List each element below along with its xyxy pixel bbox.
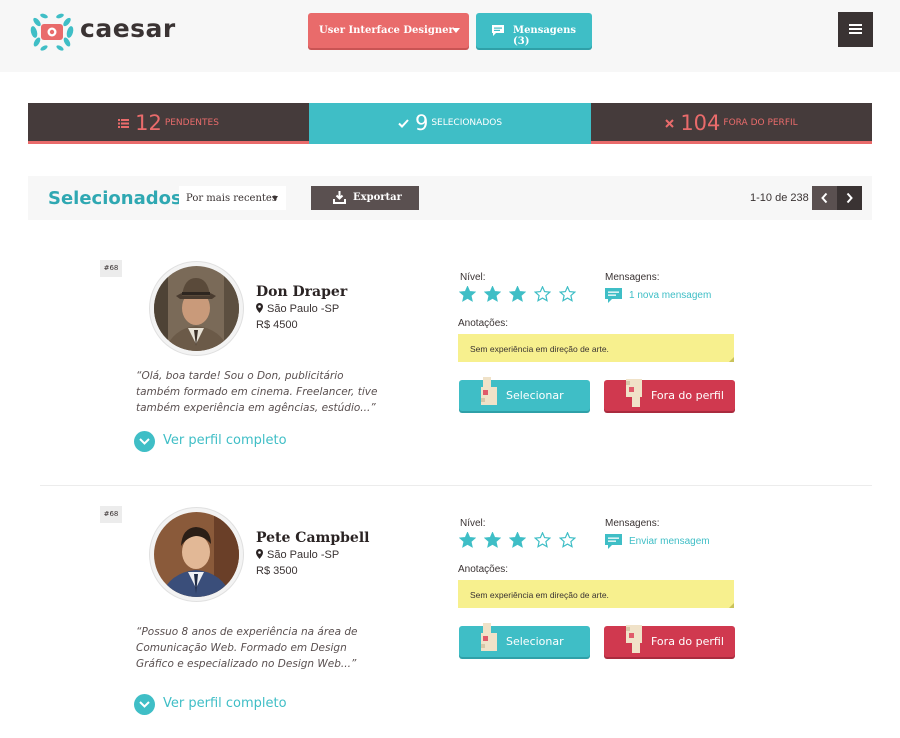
star-filled-icon[interactable] [459, 286, 476, 302]
star-filled-icon[interactable] [459, 532, 476, 548]
reject-button[interactable]: Fora do perfil [604, 625, 735, 657]
note-text: Sem experiência em direção de arte. [470, 344, 609, 354]
candidate-location: São Paulo -SP [256, 549, 339, 561]
candidate-location: São Paulo -SP [256, 303, 339, 315]
top-header: caesar User Interface Designer Mensagens… [0, 0, 900, 72]
select-button[interactable]: Selecionar [459, 623, 590, 657]
select-button-label: Selecionar [506, 389, 564, 402]
level-label: Nível: [460, 272, 486, 283]
role-select-value: User Interface Designer [319, 25, 454, 36]
messages-label: Mensagens: [605, 272, 660, 283]
star-filled-icon[interactable] [509, 532, 526, 548]
next-page-button[interactable] [837, 186, 862, 210]
star-filled-icon[interactable] [484, 286, 501, 302]
star-empty-icon[interactable] [559, 286, 576, 302]
view-full-profile-label: Ver perfil completo [163, 696, 287, 711]
tab-selected[interactable]: 9 SELECIONADOS [309, 103, 591, 144]
notes-label: Anotações: [458, 564, 509, 575]
page-title: Selecionados [48, 188, 182, 209]
chevron-down-circle-icon [134, 431, 155, 452]
messages-label: Mensagens: [605, 518, 660, 529]
candidate-name[interactable]: Pete Campbell [256, 530, 369, 546]
star-empty-icon[interactable] [559, 532, 576, 548]
role-select[interactable]: User Interface Designer [308, 13, 469, 48]
tab-pending-count: 12 [135, 111, 162, 135]
level-label: Nível: [460, 518, 486, 529]
candidate-id-badge: #68 [100, 506, 122, 523]
candidate-card: #68 Don Draper São Paulo -SP R$ 4500 “Ol… [0, 250, 900, 490]
candidate-avatar[interactable] [150, 508, 243, 601]
previous-page-button[interactable] [812, 186, 837, 210]
list-icon [118, 118, 130, 128]
select-button[interactable]: Selecionar [459, 377, 590, 411]
candidate-card: #68 Pete Campbell São Paulo -SP R$ 3500 … [0, 496, 900, 736]
hamburger-menu-icon[interactable] [838, 12, 873, 47]
candidate-id-badge: #68 [100, 260, 122, 277]
thumbs-down-icon [626, 625, 642, 653]
download-icon [333, 191, 346, 204]
thumbs-up-icon [481, 623, 497, 651]
star-empty-icon[interactable] [534, 532, 551, 548]
view-full-profile-label: Ver perfil completo [163, 433, 287, 448]
star-filled-icon[interactable] [509, 286, 526, 302]
note-field[interactable]: Sem experiência em direção de arte. [458, 334, 734, 362]
candidate-quote: “Olá, boa tarde! Sou o Don, publicitário… [136, 370, 378, 414]
candidate-quote: “Possuo 8 anos de experiência na área de… [136, 626, 358, 670]
export-button-label: Exportar [353, 192, 402, 203]
tab-out-label: FORA DO PERFIL [723, 118, 798, 128]
logo-text: caesar [80, 14, 176, 43]
chat-bubble-icon [492, 25, 504, 36]
reject-button[interactable]: Fora do perfil [604, 379, 735, 411]
star-empty-icon[interactable] [534, 286, 551, 302]
candidate-message-link-label: Enviar mensagem [629, 536, 710, 547]
select-button-label: Selecionar [506, 635, 564, 648]
star-filled-icon[interactable] [484, 532, 501, 548]
messages-button[interactable]: Mensagens (3) [476, 13, 592, 48]
candidate-location-text: São Paulo -SP [267, 303, 340, 315]
note-fold-icon [729, 357, 734, 362]
close-icon [665, 118, 675, 128]
sort-select[interactable]: Por mais recentes [179, 186, 286, 210]
note-fold-icon [729, 603, 734, 608]
candidate-name[interactable]: Don Draper [256, 284, 347, 300]
chat-bubble-icon [605, 534, 622, 549]
chevron-left-icon [821, 192, 828, 204]
candidate-message-link-label: 1 nova mensagem [629, 290, 712, 301]
sort-select-value: Por mais recentes [186, 193, 277, 204]
reject-button-label: Fora do perfil [651, 635, 724, 648]
chevron-down-icon [452, 28, 460, 33]
candidate-avatar[interactable] [150, 262, 243, 355]
map-pin-icon [256, 549, 263, 559]
chevron-down-circle-icon [134, 694, 155, 715]
notes-label: Anotações: [458, 318, 509, 329]
status-tabs: 12 PENDENTES 9 SELECIONADOS 104 FORA DO PER… [28, 103, 872, 147]
card-divider [40, 485, 872, 486]
section-toolbar: Selecionados Por mais recentes Exportar … [28, 176, 872, 220]
candidate-salary: R$ 3500 [256, 565, 298, 577]
pagination-info: 1-10 de 238 [750, 192, 809, 204]
thumbs-up-icon [481, 377, 497, 405]
note-text: Sem experiência em direção de arte. [470, 590, 609, 600]
chevron-down-icon [272, 196, 278, 201]
thumbs-down-icon [626, 379, 642, 407]
reject-button-label: Fora do perfil [651, 389, 724, 402]
tab-pending[interactable]: 12 PENDENTES [28, 103, 309, 144]
logo-icon[interactable] [29, 12, 75, 52]
candidate-location-text: São Paulo -SP [267, 549, 340, 561]
tab-pending-label: PENDENTES [164, 118, 219, 128]
chevron-right-icon [846, 192, 853, 204]
tab-selected-label: SELECIONADOS [431, 118, 503, 128]
tab-out-count: 104 [680, 111, 721, 135]
tab-out-of-profile[interactable]: 104 FORA DO PERFIL [591, 103, 872, 144]
note-field[interactable]: Sem experiência em direção de arte. [458, 580, 734, 608]
map-pin-icon [256, 303, 263, 313]
chat-bubble-icon [605, 288, 622, 303]
export-button[interactable]: Exportar [311, 186, 419, 210]
candidate-salary: R$ 4500 [256, 319, 298, 331]
tab-selected-count: 9 [414, 111, 429, 135]
check-icon [398, 118, 409, 128]
messages-button-label: Mensagens (3) [513, 25, 577, 47]
